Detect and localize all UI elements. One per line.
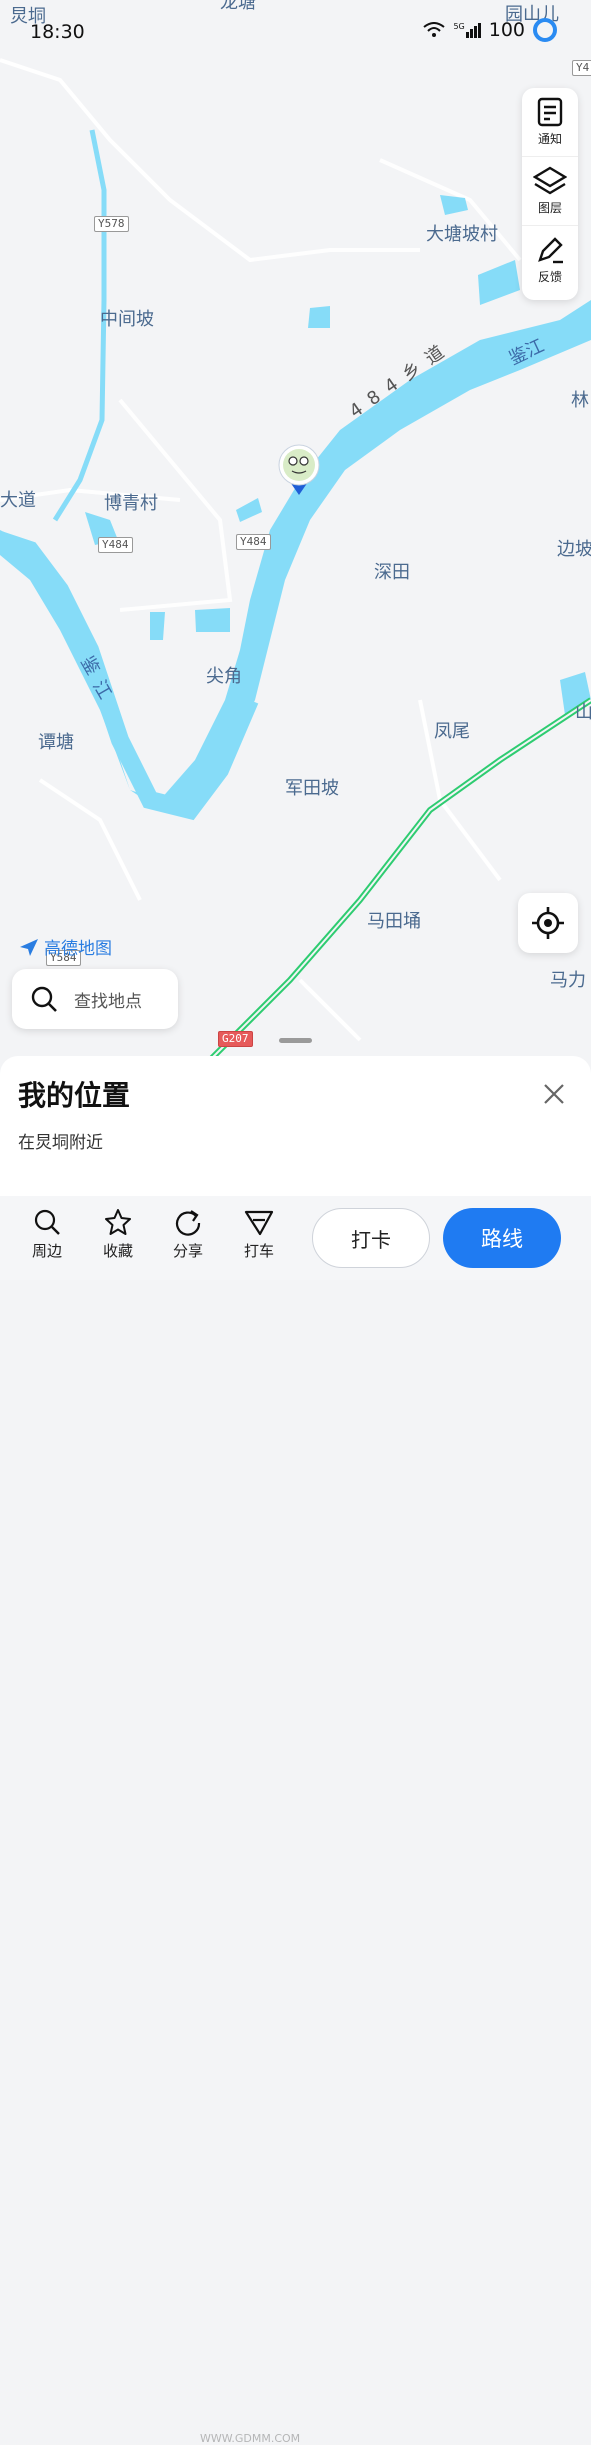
place-label: 凤尾 [434, 721, 470, 742]
locate-button[interactable] [518, 893, 578, 953]
place-label: 边坡 [557, 539, 591, 560]
place-label: 马力 [550, 970, 586, 991]
logo-text: 高德地图 [44, 939, 112, 959]
status-time: 18:30 [30, 21, 85, 43]
nearby-label: 周边 [31, 1242, 62, 1260]
star-icon [105, 1209, 131, 1235]
location-sheet: 我的位置 在炅垌附近 [0, 1056, 591, 1196]
taxi-button[interactable]: 打车 [234, 1208, 284, 1261]
map-side-panel: 通知 图层 反馈 [522, 88, 578, 300]
watermark: WWW.GDMM.COM [200, 2432, 301, 2445]
notice-label: 通知 [537, 132, 562, 146]
place-label: 军田坡 [285, 778, 339, 799]
taxi-label: 打车 [243, 1242, 274, 1260]
checkin-button[interactable]: 打卡 [312, 1208, 430, 1268]
search-placeholder: 查找地点 [74, 991, 142, 1012]
amap-logo: 高德地图 [18, 934, 112, 959]
place-label: 大塘坡村 [426, 224, 498, 245]
feedback-button[interactable]: 反馈 [522, 225, 578, 294]
wifi-icon [423, 22, 446, 37]
road-shield: Y484 [98, 537, 133, 553]
place-label: 尖角 [206, 666, 242, 687]
status-icons: 5G 100 [423, 18, 557, 42]
network-type: 5G [453, 21, 465, 31]
road-shield: G207 [218, 1031, 253, 1047]
place-label: 博青村 [104, 493, 158, 514]
place-label: 中间坡 [100, 309, 154, 330]
place-label: 山 [575, 702, 591, 723]
search-icon [31, 986, 57, 1012]
battery-level: 100 [488, 19, 525, 41]
status-ring-icon [533, 18, 557, 42]
favorite-button[interactable]: 收藏 [93, 1208, 143, 1261]
bottom-toolbar: 周边 收藏 分享 打车 打卡 路线 WWW.GDMM.COM [0, 1196, 591, 2445]
notice-icon [537, 97, 563, 127]
search-icon [34, 1209, 60, 1235]
sheet-subtitle: 在炅垌附近 [18, 1133, 103, 1153]
route-button[interactable]: 路线 [443, 1208, 561, 1268]
notice-button[interactable]: 通知 [522, 88, 578, 156]
location-marker-icon [278, 444, 320, 495]
share-button[interactable]: 分享 [163, 1208, 213, 1261]
favorite-label: 收藏 [102, 1242, 133, 1260]
sheet-title: 我的位置 [18, 1079, 131, 1112]
status-bar: 18:30 5G 100 [0, 0, 591, 64]
feedback-icon [538, 237, 563, 264]
signal-icon: 5G [453, 21, 481, 38]
taxi-icon [244, 1210, 274, 1236]
close-icon[interactable] [540, 1080, 568, 1108]
amap-logo-icon [20, 938, 38, 956]
road-shield: Y484 [236, 534, 271, 550]
place-label: 林 [571, 390, 589, 411]
layers-label: 图层 [537, 201, 562, 215]
share-icon [175, 1210, 201, 1236]
locate-icon [532, 907, 564, 939]
search-box[interactable]: 查找地点 [12, 969, 178, 1029]
layers-button[interactable]: 图层 [522, 156, 578, 225]
layers-icon [533, 166, 567, 195]
place-label: 深田 [374, 562, 410, 583]
share-label: 分享 [172, 1242, 203, 1260]
sheet-drag-handle[interactable] [279, 1038, 312, 1043]
place-label: 大道 [0, 490, 36, 511]
place-label: 谭塘 [38, 732, 74, 753]
place-label: 马田埇 [367, 911, 421, 932]
location-marker[interactable] [276, 443, 322, 499]
nearby-button[interactable]: 周边 [22, 1208, 72, 1261]
road-shield: Y578 [94, 216, 129, 232]
feedback-label: 反馈 [537, 270, 562, 284]
